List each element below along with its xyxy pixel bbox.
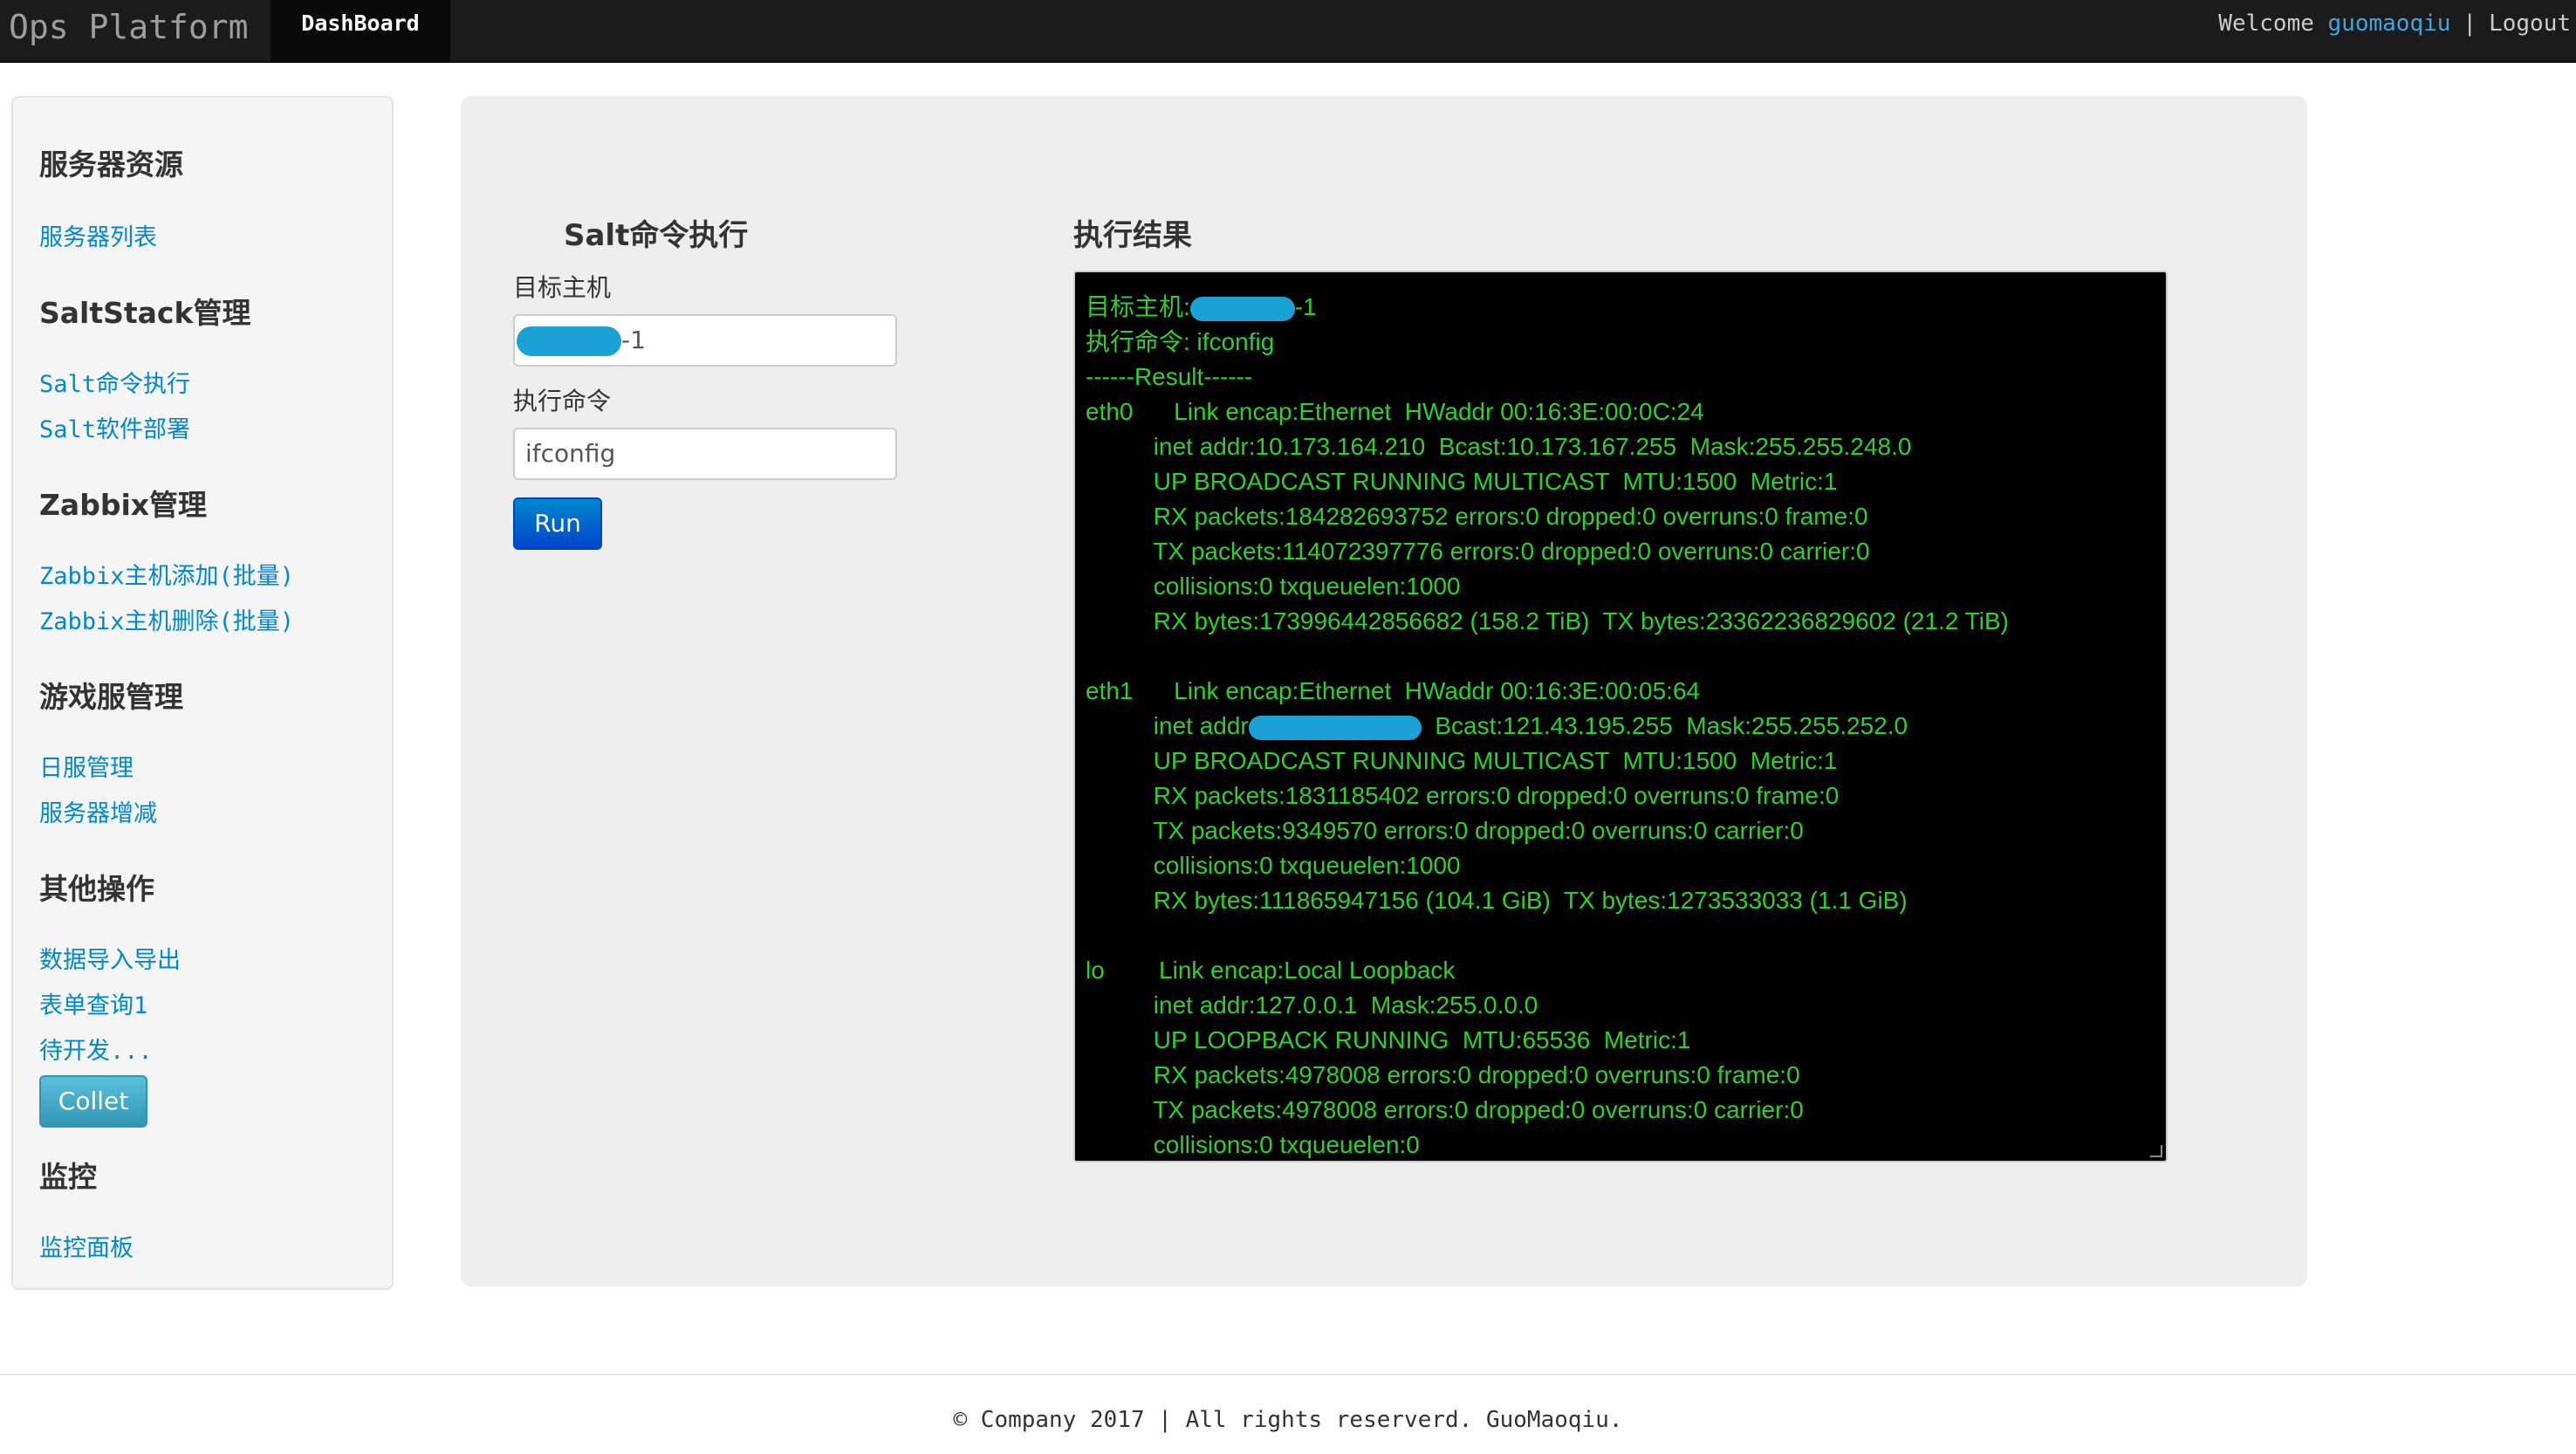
result-line: inet addr:10.173.164.210 Bcast:10.173.16… [1086,433,1912,460]
sidebar-item-monitor-panel[interactable]: 监控面板 [39,1229,134,1263]
target-host-label: 目标主机 [513,273,612,302]
sidebar-item-todo[interactable]: 待开发... [39,1032,153,1066]
redacted-ip [1248,715,1422,740]
sidebar-heading-game-server: 游戏服管理 [39,680,183,714]
sidebar-item-zabbix-delete[interactable]: Zabbix主机删除(批量) [39,602,294,636]
sidebar-item-salt-command[interactable]: Salt命令执行 [39,365,190,399]
sidebar-item-data-import-export[interactable]: 数据导入导出 [39,941,181,975]
brand-logo[interactable]: Ops Platform [9,5,249,49]
form-title: Salt命令执行 [564,218,749,253]
collet-button[interactable]: Collet [39,1075,147,1128]
result-line [1086,918,2155,953]
result-line: UP LOOPBACK RUNNING MTU:65536 Metric:1 [1086,1026,1691,1053]
result-line: RX packets:4978008 errors:0 dropped:0 ov… [1086,1061,1800,1088]
result-line: RX packets:184282693752 errors:0 dropped… [1086,503,1868,530]
top-navbar: Ops Platform DashBoard Welcome guomaoqiu… [0,0,2576,63]
result-line: ------Result------ [1086,363,1253,390]
nav-tab-dashboard-label: DashBoard [301,10,420,36]
result-line: UP BROADCAST RUNNING MULTICAST MTU:1500 … [1086,747,1838,774]
user-area: Welcome guomaoqiu | Logout [2218,7,2571,40]
target-host-input[interactable]: -1 [513,314,897,367]
redacted-hostname [1189,296,1295,321]
result-line: UP BROADCAST RUNNING MULTICAST MTU:1500 … [1086,468,1838,495]
result-line: TX packets:4978008 errors:0 dropped:0 ov… [1086,1096,1804,1123]
result-line: collisions:0 txqueuelen:0 [1086,1131,1420,1158]
result-line: 执行命令: ifconfig [1086,328,1275,355]
result-line: eth0 Link encap:Ethernet HWaddr 00:16:3E… [1086,398,1704,425]
nav-tab-dashboard[interactable]: DashBoard [271,0,450,63]
result-line [1086,639,2155,674]
sidebar-item-zabbix-add[interactable]: Zabbix主机添加(批量) [39,557,294,591]
result-line: TX packets:9349570 errors:0 dropped:0 ov… [1086,817,1804,844]
sidebar-item-server-scale[interactable]: 服务器增减 [39,794,157,828]
command-label: 执行命令 [513,387,612,415]
result-eth1-inet-line: inet addr Bcast:121.43.195.255 Mask:255.… [1086,712,1908,740]
logout-link[interactable]: Logout [2489,10,2571,37]
result-line: collisions:0 txqueuelen:1000 [1086,852,1461,879]
command-input[interactable]: ifconfig [513,428,897,480]
sidebar-heading-zabbix: Zabbix管理 [39,488,208,522]
footer-copyright: © Company 2017 | All rights reserverd. G… [953,1407,1623,1433]
sidebar-item-jp-server[interactable]: 日服管理 [39,749,134,783]
result-target-line: 目标主机: -1 [1086,293,1317,321]
result-line: TX packets:114072397776 errors:0 dropped… [1086,538,1870,565]
result-line: RX bytes:173996442856682 (158.2 TiB) TX … [1086,607,2009,634]
run-button[interactable]: Run [513,497,602,550]
result-line: RX packets:1831185402 errors:0 dropped:0… [1086,782,1840,809]
sidebar-heading-monitor: 监控 [39,1160,97,1194]
result-line: inet addr:127.0.0.1 Mask:255.0.0.0 [1086,991,1538,1018]
result-line: collisions:0 txqueuelen:1000 [1086,573,1461,600]
username-link[interactable]: guomaoqiu [2328,10,2451,37]
result-title: 执行结果 [1073,218,1192,253]
sidebar-item-salt-deploy[interactable]: Salt软件部署 [39,410,190,444]
target-host-suffix: -1 [621,326,646,354]
sidebar: 服务器资源 服务器列表 SaltStack管理 Salt命令执行 Salt软件部… [11,96,394,1290]
nav-separator: | [2463,10,2477,37]
result-line: eth1 Link encap:Ethernet HWaddr 00:16:3E… [1086,677,1701,704]
sidebar-heading-other: 其他操作 [39,872,154,906]
result-line: RX bytes:111865947156 (104.1 GiB) TX byt… [1086,887,1908,914]
sidebar-heading-saltstack: SaltStack管理 [39,296,251,330]
footer-divider [0,1374,2576,1375]
sidebar-item-form-query[interactable]: 表单查询1 [39,986,147,1020]
sidebar-heading-server-resources: 服务器资源 [39,147,183,182]
result-output-textarea[interactable]: 目标主机: -1 执行命令: ifconfig ------Result-----… [1073,271,2168,1163]
result-line: lo Link encap:Local Loopback [1086,957,1456,984]
welcome-text: Welcome [2218,10,2314,37]
main-content: Salt命令执行 目标主机 -1 执行命令 ifconfig Run 执行结果 … [461,96,2307,1286]
resize-grip-icon[interactable] [2150,1145,2162,1157]
sidebar-item-server-list[interactable]: 服务器列表 [39,218,157,252]
redacted-hostname [517,326,621,356]
